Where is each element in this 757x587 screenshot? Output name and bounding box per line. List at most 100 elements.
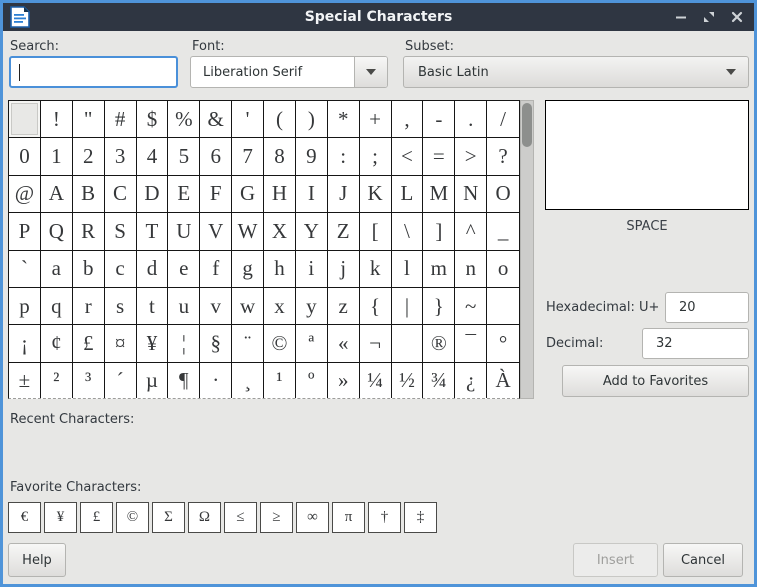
char-cell[interactable]: 1 (41, 138, 73, 175)
char-cell[interactable]: S (105, 213, 137, 250)
add-to-favorites-button[interactable]: Add to Favorites (562, 365, 749, 397)
char-cell[interactable]: k (360, 251, 392, 288)
char-cell[interactable]: ° (487, 325, 519, 362)
char-cell[interactable]: + (360, 101, 392, 138)
char-cell[interactable]: U (168, 213, 200, 250)
char-cell[interactable]: A (41, 176, 73, 213)
char-cell[interactable]: " (73, 101, 105, 138)
char-cell[interactable]: L (392, 176, 424, 213)
char-cell[interactable]: O (487, 176, 519, 213)
char-cell[interactable]: ¦ (168, 325, 200, 362)
char-cell[interactable]: # (105, 101, 137, 138)
char-cell[interactable]: > (455, 138, 487, 175)
char-cell[interactable]: V (200, 213, 232, 250)
char-cell[interactable]: , (392, 101, 424, 138)
char-cell[interactable]: Q (41, 213, 73, 250)
char-cell[interactable]: · (200, 363, 232, 399)
char-cell[interactable]: h (264, 251, 296, 288)
char-cell[interactable]: } (423, 288, 455, 325)
favorite-char-cell[interactable]: ≤ (224, 502, 257, 533)
char-cell[interactable]: E (168, 176, 200, 213)
char-cell[interactable]: µ (137, 363, 169, 399)
char-cell[interactable]: ¢ (41, 325, 73, 362)
char-cell[interactable]: x (264, 288, 296, 325)
char-cell[interactable]: f (200, 251, 232, 288)
char-cell[interactable]: c (105, 251, 137, 288)
char-cell[interactable]: z (328, 288, 360, 325)
char-cell[interactable]: 6 (200, 138, 232, 175)
favorite-char-cell[interactable]: ‡ (404, 502, 437, 533)
char-cell[interactable]: ¡ (9, 325, 41, 362)
char-cell[interactable]: £ (73, 325, 105, 362)
char-cell[interactable]: § (200, 325, 232, 362)
char-cell[interactable]: ± (9, 363, 41, 399)
char-cell[interactable]: ´ (105, 363, 137, 399)
help-button[interactable]: Help (8, 543, 66, 577)
char-cell[interactable]: - (423, 101, 455, 138)
char-cell[interactable]: ª (296, 325, 328, 362)
char-cell[interactable]: ® (423, 325, 455, 362)
char-cell[interactable]: l (392, 251, 424, 288)
font-dropdown-button[interactable] (354, 57, 387, 87)
grid-scrollbar-thumb[interactable] (522, 103, 532, 147)
char-cell[interactable]: / (487, 101, 519, 138)
char-cell[interactable]: ¾ (423, 363, 455, 399)
char-cell[interactable]: a (41, 251, 73, 288)
char-cell[interactable]: i (296, 251, 328, 288)
char-cell[interactable]: . (455, 101, 487, 138)
char-cell[interactable]: p (9, 288, 41, 325)
char-cell[interactable]: D (137, 176, 169, 213)
favorite-char-cell[interactable]: © (116, 502, 149, 533)
char-cell[interactable]: ) (296, 101, 328, 138)
char-cell[interactable]: s (105, 288, 137, 325)
font-dropdown[interactable]: Liberation Serif (190, 56, 388, 88)
favorite-char-cell[interactable]: † (368, 502, 401, 533)
favorite-char-cell[interactable]: Ω (188, 502, 221, 533)
char-cell[interactable]: v (200, 288, 232, 325)
grid-scrollbar[interactable] (520, 100, 534, 399)
char-cell[interactable]: : (328, 138, 360, 175)
char-cell[interactable]: 4 (137, 138, 169, 175)
char-cell[interactable]: ½ (392, 363, 424, 399)
char-cell[interactable]: ! (41, 101, 73, 138)
char-cell[interactable]: 0 (9, 138, 41, 175)
char-cell[interactable]: ¸ (232, 363, 264, 399)
char-cell[interactable]: r (73, 288, 105, 325)
char-cell[interactable]: u (168, 288, 200, 325)
char-cell[interactable]: 9 (296, 138, 328, 175)
char-cell[interactable]: ¥ (137, 325, 169, 362)
char-cell[interactable]: ` (9, 251, 41, 288)
char-cell[interactable] (487, 288, 519, 325)
char-cell[interactable]: ^ (455, 213, 487, 250)
cancel-button[interactable]: Cancel (663, 543, 743, 577)
char-cell[interactable]: j (328, 251, 360, 288)
favorite-char-cell[interactable]: Σ (152, 502, 185, 533)
char-cell[interactable]: _ (487, 213, 519, 250)
char-cell[interactable]: J (328, 176, 360, 213)
search-input[interactable] (9, 56, 178, 88)
char-cell[interactable]: K (360, 176, 392, 213)
char-cell[interactable]: d (137, 251, 169, 288)
char-cell[interactable]: q (41, 288, 73, 325)
char-cell[interactable]: Y (296, 213, 328, 250)
char-cell[interactable]: F (200, 176, 232, 213)
char-cell[interactable]: t (137, 288, 169, 325)
favorite-char-cell[interactable]: ¥ (44, 502, 77, 533)
decimal-input[interactable]: 32 (642, 328, 749, 359)
char-cell[interactable]: W (232, 213, 264, 250)
char-cell[interactable]: ? (487, 138, 519, 175)
char-cell[interactable]: ¼ (360, 363, 392, 399)
char-cell[interactable]: 7 (232, 138, 264, 175)
favorite-char-cell[interactable]: π (332, 502, 365, 533)
char-cell[interactable]: = (423, 138, 455, 175)
char-cell[interactable]: « (328, 325, 360, 362)
char-cell[interactable]: { (360, 288, 392, 325)
char-cell[interactable]: < (392, 138, 424, 175)
char-cell[interactable]: ¯ (455, 325, 487, 362)
char-cell[interactable]: ] (423, 213, 455, 250)
char-cell[interactable]: 8 (264, 138, 296, 175)
char-cell[interactable]: ³ (73, 363, 105, 399)
minimize-icon[interactable] (670, 6, 692, 28)
char-cell[interactable]: @ (9, 176, 41, 213)
char-cell[interactable]: b (73, 251, 105, 288)
